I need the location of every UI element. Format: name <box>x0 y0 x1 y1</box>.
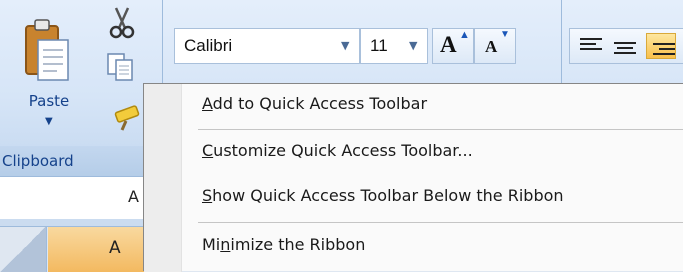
copy-button[interactable] <box>106 52 146 88</box>
font-size-value: 11 <box>370 36 388 55</box>
menu-item-customize-qat[interactable]: Customize Quick Access Toolbar... <box>202 141 473 160</box>
menu-item-mnemonic: A <box>202 94 213 113</box>
menu-item-show-qat-below-ribbon[interactable]: Show Quick Access Toolbar Below the Ribb… <box>202 186 564 205</box>
menu-separator <box>198 222 683 223</box>
font-name-value: Calibri <box>184 36 233 55</box>
clipboard-group: Paste ▼ Clipboard <box>0 0 164 176</box>
menu-item-add-to-qat[interactable]: Add to Quick Access Toolbar <box>202 94 427 113</box>
column-a-label: A <box>109 238 121 258</box>
paste-label: Paste <box>28 92 70 110</box>
grow-font-caret-icon: ▲ <box>459 29 470 41</box>
copy-icon <box>106 53 136 86</box>
menu-item-label: ustomize Quick Access Toolbar... <box>213 141 473 160</box>
shrink-font-icon: A <box>485 37 498 56</box>
menu-item-label: dd to Quick Access Toolbar <box>212 94 428 113</box>
shrink-font-button[interactable]: A ▼ <box>474 28 516 64</box>
quick-access-context-menu: Add to Quick Access Toolbar Customize Qu… <box>143 83 683 272</box>
paste-button[interactable]: Paste ▼ <box>8 6 90 127</box>
align-center-button[interactable] <box>610 33 640 59</box>
name-box-row: A <box>0 176 162 219</box>
clipboard-group-label: Clipboard <box>0 146 164 176</box>
grow-font-button[interactable]: A ▲ <box>432 28 474 64</box>
paste-icon <box>24 16 70 90</box>
menu-item-label: imize the Ribbon <box>230 235 366 254</box>
align-right-button[interactable] <box>646 33 676 59</box>
menu-item-mnemonic: S <box>202 186 213 205</box>
cut-button[interactable] <box>107 6 141 44</box>
font-name-combobox[interactable]: Calibri ▼ <box>174 28 360 64</box>
align-left-button[interactable] <box>576 33 606 59</box>
format-painter-icon <box>112 105 146 135</box>
menu-item-mnemonic: C <box>202 141 214 160</box>
font-size-combobox[interactable]: 11 ▼ <box>360 28 428 64</box>
menu-icon-gutter <box>144 84 182 272</box>
paste-dropdown-arrow-icon[interactable]: ▼ <box>45 116 53 127</box>
font-name-dropdown-arrow-icon[interactable]: ▼ <box>341 39 349 52</box>
menu-item-mnemonic: n <box>220 235 231 254</box>
menu-item-minimize-ribbon[interactable]: Minimize the Ribbon <box>202 235 365 254</box>
grow-font-icon: A <box>440 32 457 57</box>
alignment-button-group <box>569 28 683 64</box>
cut-icon <box>107 7 137 47</box>
shrink-font-caret-icon: ▼ <box>500 29 510 40</box>
menu-item-label: how Quick Access Toolbar Below the Ribbo… <box>212 186 564 205</box>
font-size-dropdown-arrow-icon[interactable]: ▼ <box>409 39 417 52</box>
menu-separator <box>198 129 683 130</box>
select-all-button[interactable] <box>0 227 47 272</box>
name-box-text: A <box>128 187 139 206</box>
menu-item-label-prefix: Mi <box>202 235 221 254</box>
